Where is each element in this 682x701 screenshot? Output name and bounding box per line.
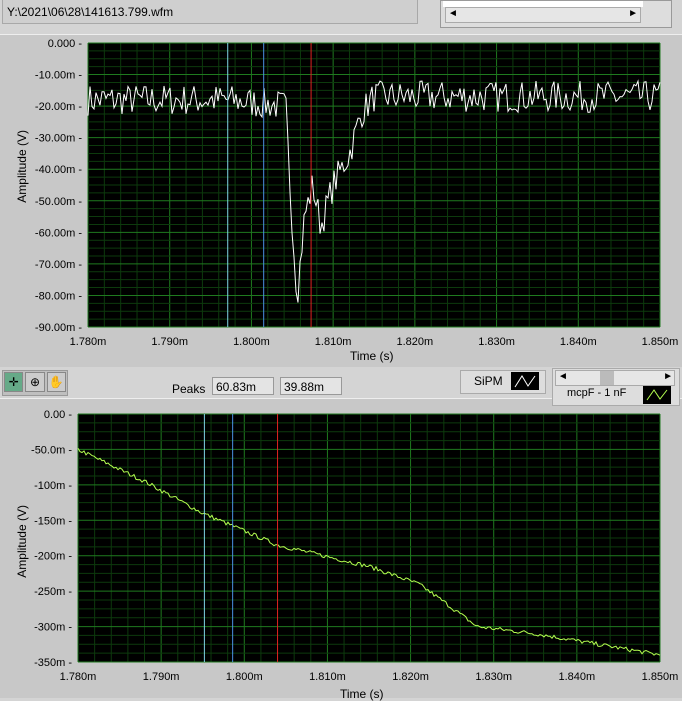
x-tick-label: 1.830m [478,336,515,348]
y-tick-label: -100m - [34,480,72,492]
x-tick-label: 1.850m [642,336,679,348]
x-tick-label: 1.790m [151,336,188,348]
peak-2-field[interactable]: 39.88m [280,377,342,395]
pan-hand-icon[interactable]: ✋ [46,372,66,392]
list-box[interactable]: ◄ ► [440,0,672,28]
y-tick-label: -50.0m - [31,444,72,456]
x-axis-label-2: Time (s) [340,687,384,701]
y-tick-label: -90.00m - [35,322,82,334]
y-tick-label: 0.000 - [48,38,83,50]
peaks-label: Peaks [172,382,206,396]
y-tick-label: -300m - [34,622,72,634]
x-tick-label: 1.830m [475,671,512,683]
x-tick-label: 1.780m [70,336,107,348]
x-tick-label: 1.800m [233,336,270,348]
y-tick-label: 0.00 - [44,409,72,421]
scroll-left-button[interactable]: ◄ [448,8,458,19]
y-tick-label: -10.00m - [35,70,82,82]
sipm-graph[interactable]: 1.780m 1.790m 1.800m 1.810m 1.820m 1.830m 1.84… [0,34,682,366]
legend-scrollbar[interactable]: ◄ ► [555,370,675,386]
mcp-graph[interactable]: 1.780m 1.790m 1.800m 1.810m 1.820m 1.830m 1.84… [0,398,682,697]
y-axis-label-2: Amplitude (V) [15,505,29,578]
x-tick-label: 1.850m [642,671,679,683]
legend-sipm[interactable]: SiPM [460,370,546,394]
x-tick-label: 1.790m [143,671,180,683]
zoom-tool-icon[interactable]: ⊕ [25,372,45,392]
legend-sipm-swatch-icon [511,372,539,390]
horizontal-scrollbar[interactable]: ◄ ► [445,7,641,23]
x-tick-label: 1.840m [559,671,596,683]
x-tick-label: 1.840m [560,336,597,348]
legend-scroll-right[interactable]: ► [663,371,673,382]
y-tick-label: -20.00m - [35,101,82,113]
x-tick-label: 1.820m [397,336,434,348]
y-tick-label: -30.00m - [35,133,82,145]
x-tick-label: 1.810m [309,671,346,683]
y-tick-label: -60.00m - [35,227,82,239]
x-tick-label: 1.810m [315,336,352,348]
x-tick-label: 1.780m [60,671,97,683]
y-tick-label: -50.00m - [35,196,82,208]
graph-palette: ✛ ⊕ ✋ [2,370,68,396]
x-tick-label: 1.800m [226,671,263,683]
y-tick-label: -200m - [34,551,72,563]
legend-scroll-left[interactable]: ◄ [558,371,568,382]
peak-1-field[interactable]: 60.83m [212,377,274,395]
file-path-field[interactable]: Y:\2021\06\28\141613.799.wfm [2,0,418,24]
scroll-right-button[interactable]: ► [628,8,638,19]
cursor-tool-icon[interactable]: ✛ [4,372,24,392]
y-tick-label: -80.00m - [35,290,82,302]
y-tick-label: -40.00m - [35,164,82,176]
y-tick-label: -250m - [34,586,72,598]
file-path: Y:\2021\06\28\141613.799.wfm [7,5,174,19]
legend-sipm-label: SiPM [474,374,503,388]
x-tick-label: 1.820m [392,671,429,683]
y-tick-label: -350m - [34,657,72,669]
y-tick-label: -70.00m - [35,259,82,271]
scroll-thumb[interactable] [600,371,614,385]
x-axis-label: Time (s) [350,349,394,363]
y-tick-label: -150m - [34,515,72,527]
y-axis-label: Amplitude (V) [15,130,29,203]
